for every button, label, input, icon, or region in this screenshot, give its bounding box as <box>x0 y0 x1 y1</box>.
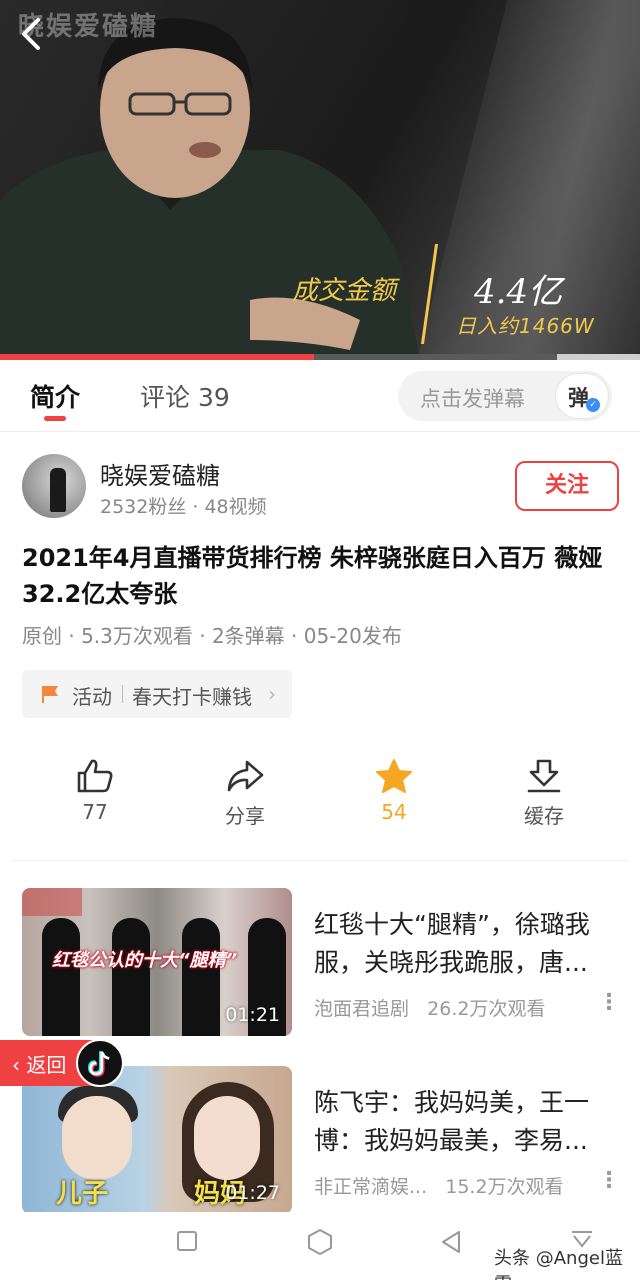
download-icon <box>527 759 561 793</box>
thumbnail-figure <box>194 1096 260 1180</box>
activity-separator <box>122 685 123 703</box>
thumbnail-figure <box>112 918 150 1036</box>
feed-source: 非正常滴娱... <box>314 1176 428 1198</box>
activity-label: 活动 <box>72 685 112 709</box>
more-options-icon[interactable]: ⋮ <box>598 1168 620 1193</box>
deal-amount-label: 成交金额 <box>292 276 397 306</box>
video-thumbnail[interactable]: 红毯公认的十大“腿精” 01:21 <box>22 888 292 1036</box>
back-arrow-icon[interactable] <box>14 14 50 54</box>
author-stats: 2532粉丝 · 48视频 <box>100 496 267 518</box>
feed-title[interactable]: 陈飞宇：我妈妈美，王一博：我妈妈最美，李易... <box>314 1084 614 1160</box>
feed-source: 泡面君追剧 <box>314 998 410 1020</box>
feed-meta: 非正常滴娱... 15.2万次观看 <box>314 1172 564 1199</box>
deal-amount-value: 4.4亿 <box>474 272 563 312</box>
feed-title[interactable]: 红毯十大“腿精”，徐璐我服，关晓彤我跪服，唐... <box>314 906 614 982</box>
video-thumbnail[interactable]: 儿子 妈妈 01:27 <box>22 1066 292 1214</box>
danmu-toggle-button[interactable]: 弹 ✓ <box>556 374 608 418</box>
chevron-right-icon: › <box>268 682 276 706</box>
video-duration: 01:21 <box>225 1004 280 1026</box>
video-duration: 01:27 <box>225 1182 280 1204</box>
author-avatar[interactable] <box>22 454 86 518</box>
feed-views: 15.2万次观看 <box>445 1176 564 1198</box>
detail-tab-bar: 简介 评论 39 点击发弹幕 弹 ✓ <box>0 360 640 432</box>
tab-active-indicator <box>44 416 66 421</box>
share-button[interactable]: 分享 <box>195 758 295 838</box>
avatar-figure <box>50 468 66 512</box>
thumbnail-banner <box>22 888 82 916</box>
activity-banner[interactable]: 活动 春天打卡赚钱 › <box>22 670 292 718</box>
tab-intro[interactable]: 简介 <box>30 378 80 414</box>
nav-back-icon[interactable] <box>440 1230 462 1254</box>
flag-icon <box>42 686 58 703</box>
return-label: ‹ 返回 <box>12 1053 67 1077</box>
check-badge-icon: ✓ <box>586 398 600 412</box>
follow-button[interactable]: 关注 <box>515 461 619 511</box>
cache-button[interactable]: 缓存 <box>494 758 594 838</box>
tiktok-logo-icon[interactable] <box>76 1039 124 1087</box>
thumbnail-figure <box>62 1096 132 1180</box>
thumbnail-figure <box>42 918 80 1036</box>
video-title: 2021年4月直播带货排行榜 朱梓骁张庭日入百万 薇娅32.2亿太夸张 <box>22 544 603 608</box>
share-label: 分享 <box>225 804 265 828</box>
recent-apps-icon[interactable] <box>176 1230 198 1252</box>
favorite-button[interactable]: 54 <box>344 758 444 838</box>
thumbnail-figure <box>182 918 220 1036</box>
feed-meta: 泡面君追剧 26.2万次观看 <box>314 994 545 1021</box>
thumbs-up-icon <box>77 759 113 793</box>
video-meta: 原创 · 5.3万次观看 · 2条弹幕 · 05-20发布 <box>22 624 402 648</box>
deal-daily-income: 日入约1466W <box>456 314 595 338</box>
like-count: 77 <box>82 800 108 824</box>
danmu-placeholder: 点击发弹幕 <box>420 387 525 411</box>
favorite-count: 54 <box>381 800 407 824</box>
danmu-input[interactable]: 点击发弹幕 弹 ✓ <box>398 371 612 421</box>
return-text: 返回 <box>26 1053 67 1077</box>
feed-views: 26.2万次观看 <box>427 998 546 1020</box>
cache-label: 缓存 <box>524 804 564 828</box>
star-icon <box>376 759 412 793</box>
like-button[interactable]: 77 <box>45 758 145 838</box>
author-name[interactable]: 晓娱爱磕糖 <box>100 456 220 491</box>
source-watermark: 头条 @Angel蓝雪 <box>494 1248 623 1280</box>
thumbnail-label-left: 儿子 <box>56 1179 109 1209</box>
home-icon[interactable] <box>306 1228 334 1256</box>
activity-text: 春天打卡赚钱 <box>132 685 252 709</box>
video-player[interactable]: 晓娱爱磕糖 成交金额 4.4亿 日入约1466W <box>0 0 640 360</box>
section-divider <box>12 860 628 861</box>
share-arrow-icon <box>227 760 264 792</box>
more-options-icon[interactable]: ⋮ <box>598 990 620 1015</box>
thumbnail-caption: 红毯公认的十大“腿精” <box>52 950 238 971</box>
tab-comments[interactable]: 评论 39 <box>140 378 230 414</box>
